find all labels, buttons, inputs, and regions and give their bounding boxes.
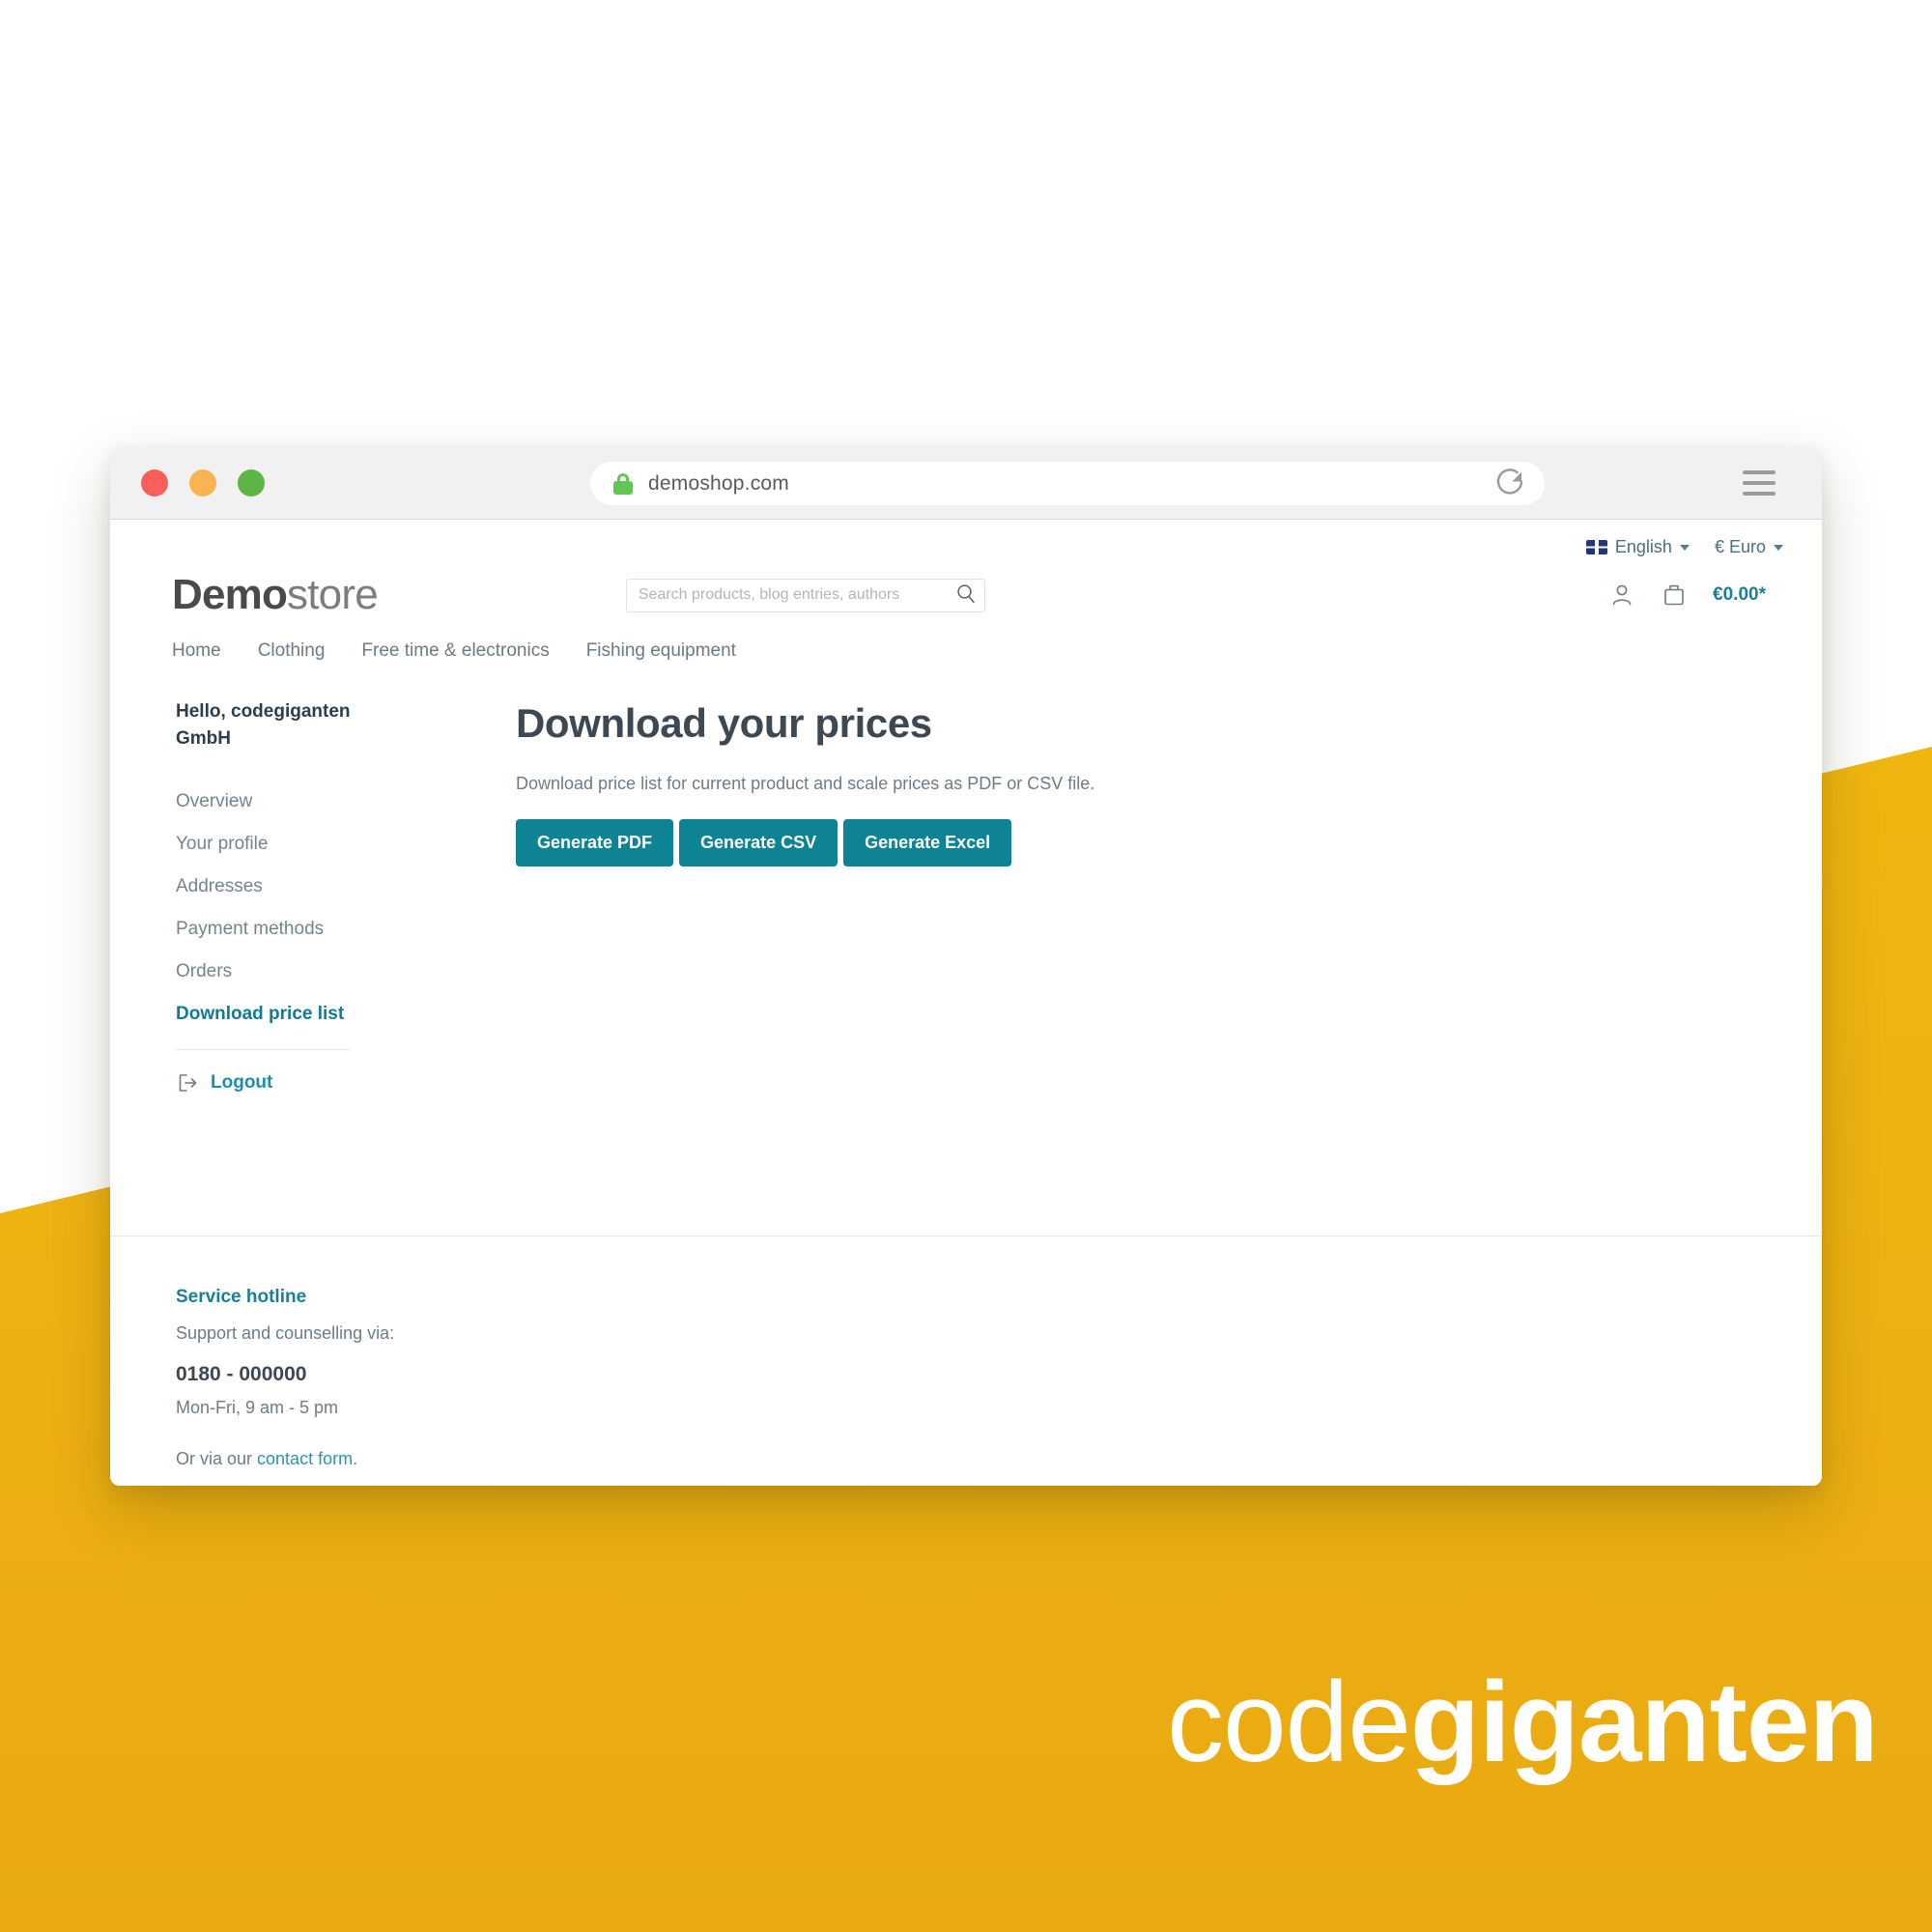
language-selector[interactable]: English bbox=[1585, 537, 1690, 557]
window-controls bbox=[141, 469, 265, 497]
shop-header: English € Euro Demostore Search products… bbox=[110, 520, 1822, 662]
page-subtitle: Download price list for current product … bbox=[516, 774, 1095, 793]
maximize-window-button[interactable] bbox=[238, 469, 265, 497]
footer-contact-suffix: . bbox=[353, 1449, 358, 1468]
lock-icon bbox=[613, 472, 633, 495]
screenshot-stage: codegiganten demoshop.com English € Euro… bbox=[0, 0, 1932, 1932]
generate-pdf-button[interactable]: Generate PDF bbox=[516, 819, 674, 867]
logo-text-light: store bbox=[287, 571, 379, 618]
generate-buttons: Generate PDF Generate CSV Generate Excel bbox=[516, 819, 1094, 867]
footer-support-line: Support and counselling via: bbox=[176, 1323, 395, 1343]
user-account-icon[interactable] bbox=[1608, 582, 1635, 609]
nav-item-fishing-equipment[interactable]: Fishing equipment bbox=[586, 640, 736, 662]
hamburger-menu-icon[interactable] bbox=[1743, 470, 1776, 496]
currency-selector[interactable]: € Euro bbox=[1715, 537, 1783, 557]
nav-item-clothing[interactable]: Clothing bbox=[258, 640, 326, 662]
header-actions: €0.00* bbox=[1608, 582, 1783, 609]
uk-flag-icon bbox=[1585, 540, 1607, 554]
account-greeting: Hello, codegiganten GmbH bbox=[176, 701, 351, 749]
utility-bar: English € Euro bbox=[110, 520, 1822, 557]
sidebar-item-download-price-list[interactable]: Download price list bbox=[176, 993, 475, 1036]
sidebar-item-overview[interactable]: Overview bbox=[176, 781, 475, 823]
cart-total[interactable]: €0.00* bbox=[1713, 584, 1766, 606]
chevron-down-icon bbox=[1679, 544, 1690, 551]
address-bar[interactable]: demoshop.com bbox=[590, 462, 1545, 505]
account-sidebar: Hello, codegiganten GmbH Overview Your p… bbox=[176, 698, 475, 1094]
sidebar-divider bbox=[176, 1049, 350, 1051]
codegiganten-wordmark: codegiganten bbox=[1167, 1665, 1879, 1779]
nav-item-home[interactable]: Home bbox=[172, 640, 221, 662]
sidebar-item-payment-methods[interactable]: Payment methods bbox=[176, 908, 475, 951]
generate-csv-button[interactable]: Generate CSV bbox=[679, 819, 838, 867]
footer-hours: Mon-Fri, 9 am - 5 pm bbox=[176, 1398, 339, 1417]
sidebar-item-your-profile[interactable]: Your profile bbox=[176, 823, 475, 866]
search-box bbox=[625, 578, 985, 612]
shopping-bag-icon[interactable] bbox=[1661, 582, 1688, 609]
close-window-button[interactable] bbox=[141, 469, 168, 497]
browser-window: demoshop.com English € Euro Demostore Se… bbox=[110, 447, 1822, 1486]
search-icon[interactable] bbox=[951, 579, 981, 612]
contact-form-link[interactable]: contact form bbox=[257, 1449, 353, 1468]
logout-button[interactable]: Logout bbox=[176, 1071, 475, 1094]
logout-label: Logout bbox=[211, 1072, 273, 1094]
sidebar-item-orders[interactable]: Orders bbox=[176, 951, 475, 993]
logout-icon bbox=[179, 1074, 197, 1092]
minimize-window-button[interactable] bbox=[189, 469, 216, 497]
header-main-row: Demostore Search products, blog entries,… bbox=[110, 557, 1822, 619]
logo-word-giganten: giganten bbox=[1409, 1658, 1879, 1786]
address-bar-url: demoshop.com bbox=[648, 471, 789, 495]
account-menu: Overview Your profile Addresses Payment … bbox=[176, 781, 475, 1036]
browser-chrome: demoshop.com bbox=[110, 447, 1822, 520]
chevron-down-icon bbox=[1774, 544, 1783, 551]
site-logo[interactable]: Demostore bbox=[172, 571, 379, 619]
page-title: Download your prices bbox=[516, 700, 932, 746]
reload-icon[interactable] bbox=[1492, 464, 1527, 503]
codegiganten-watermark: codegiganten bbox=[1130, 1642, 1879, 1802]
sidebar-item-addresses[interactable]: Addresses bbox=[176, 866, 475, 908]
account-content: Hello, codegiganten GmbH Overview Your p… bbox=[110, 662, 1822, 1094]
language-label: English bbox=[1614, 537, 1672, 556]
footer-contact-line: Or via our contact form. bbox=[176, 1449, 1822, 1469]
logo-text-bold: Demo bbox=[172, 571, 288, 618]
main-navigation: Home Clothing Free time & electronics Fi… bbox=[110, 619, 1822, 662]
footer-contact-prefix: Or via our bbox=[176, 1449, 258, 1468]
site-footer: Service hotline Support and counselling … bbox=[110, 1236, 1822, 1486]
price-list-panel: Download your prices Download price list… bbox=[475, 698, 1094, 1094]
nav-item-free-time-electronics[interactable]: Free time & electronics bbox=[361, 640, 549, 662]
logo-word-code: code bbox=[1167, 1658, 1411, 1786]
footer-title: Service hotline bbox=[176, 1287, 307, 1307]
generate-excel-button[interactable]: Generate Excel bbox=[843, 819, 1012, 867]
footer-phone: 0180 - 000000 bbox=[176, 1363, 307, 1385]
currency-label: € Euro bbox=[1714, 537, 1766, 556]
page-viewport: English € Euro Demostore Search products… bbox=[110, 520, 1822, 1486]
search-input[interactable] bbox=[625, 578, 985, 612]
